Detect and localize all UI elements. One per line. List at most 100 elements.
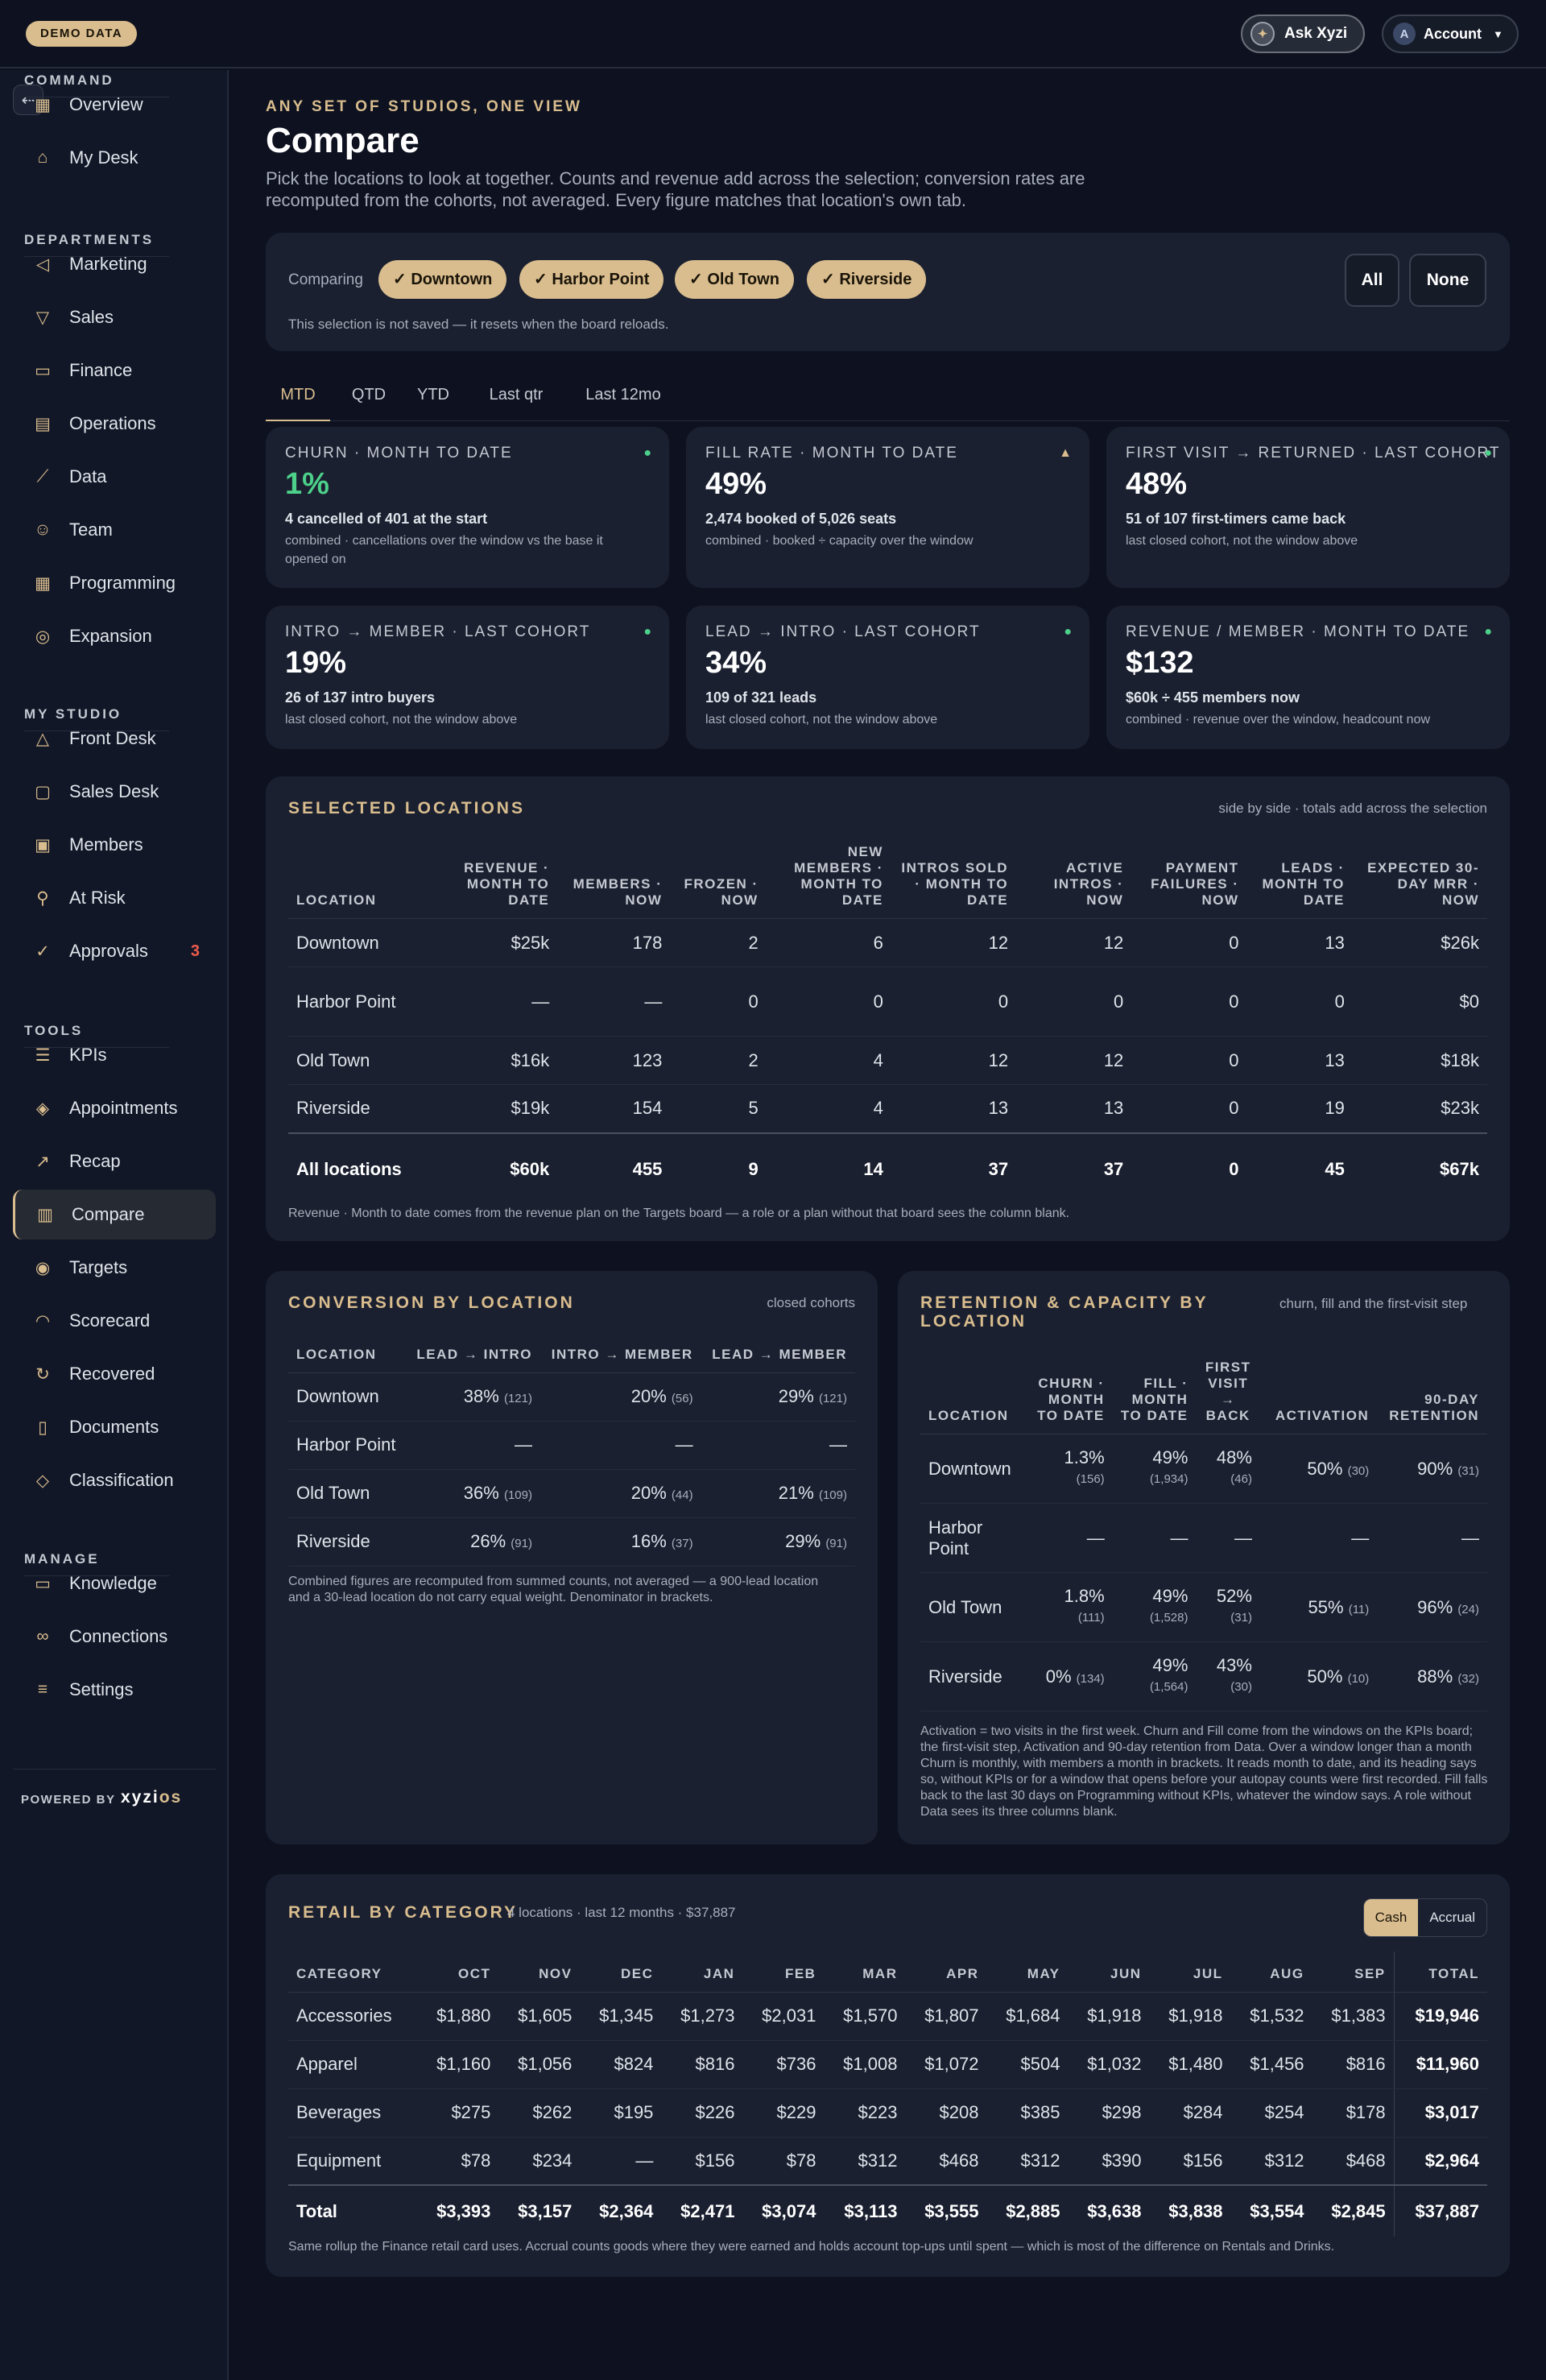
month-cell: $816 [661, 2040, 743, 2089]
rate-value: 49% [1152, 1655, 1188, 1675]
tab-last-12mo[interactable]: Last 12mo [567, 375, 680, 421]
ask-xyzi-button[interactable]: ✦ Ask Xyzi [1241, 14, 1365, 53]
kpi-label: FILL RATE · MONTH TO DATE [705, 445, 958, 462]
sidebar-item-connections[interactable]: ∞ Connections [13, 1612, 216, 1662]
location-chip-downtown[interactable]: ✓ Downtown [378, 260, 507, 299]
month-cell: $1,684 [986, 1992, 1069, 2041]
total-cell: $3,838 [1168, 2200, 1223, 2221]
rate-cell: 55% (11) [1259, 1572, 1378, 1642]
select-all-button[interactable]: All [1345, 254, 1399, 307]
refresh-icon: ↻ [35, 1364, 50, 1384]
sidebar-item-marketing[interactable]: ◁ Marketing [13, 239, 216, 289]
rate-value: — [514, 1434, 532, 1455]
table-cell: 13 [1016, 1084, 1132, 1133]
page-title: Compare [266, 121, 420, 160]
retail-subtitle: 4 locations · last 12 months · $37,887 [507, 1905, 736, 1920]
megaphone-icon: ◁ [35, 255, 50, 274]
table-cell: $16k [441, 1036, 558, 1085]
sidebar-item-members[interactable]: ▣ Members [13, 820, 216, 870]
sidebar-item-documents[interactable]: ▯ Documents [13, 1402, 216, 1452]
sidebar-item-appointments[interactable]: ◈ Appointments [13, 1083, 216, 1133]
sidebar-item-label: Operations [69, 413, 156, 433]
cash-accrual-toggle: Cash Accrual [1362, 1898, 1487, 1937]
sidebar-item-at-risk[interactable]: ⚲ At Risk [13, 873, 216, 923]
column-header: JUN [1068, 1952, 1150, 1993]
select-none-button[interactable]: None [1409, 254, 1486, 307]
sidebar-item-recap[interactable]: ↗ Recap [13, 1136, 216, 1186]
retail-note: Same rollup the Finance retail card uses… [288, 2240, 1335, 2254]
sidebar-item-knowledge[interactable]: ▭ Knowledge [13, 1558, 216, 1608]
sidebar-item-overview[interactable]: ▦ Overview [13, 80, 216, 130]
table-row: Downtown $25k 178 2 6 12 12 0 13 $26k [288, 918, 1487, 967]
comparing-label: Comparing [288, 271, 363, 288]
funnel-icon: ▽ [35, 308, 50, 327]
column-header: CHURN · MONTH TO DATE [1028, 1360, 1113, 1434]
kpi-label: REVENUE / MEMBER · MONTH TO DATE [1126, 623, 1470, 640]
rate-cell: 16% (37) [539, 1517, 701, 1567]
table-cell: $18k [1352, 1036, 1487, 1085]
sidebar-item-label: Documents [69, 1417, 159, 1437]
column-header: AUG [1230, 1952, 1312, 1993]
sidebar-item-compare[interactable]: ▥ Compare [13, 1190, 216, 1240]
total-cell: 0 [1229, 1159, 1239, 1179]
sidebar-item-expansion[interactable]: ◎ Expansion [13, 611, 216, 661]
sidebar-item-recovered[interactable]: ↻ Recovered [13, 1349, 216, 1399]
sidebar-item-approvals[interactable]: ✓ Approvals 3 [13, 926, 216, 976]
kpi-card: INTRO → MEMBER · LAST COHORT ● 19% 26 of 13… [266, 606, 669, 749]
rate-cell: 21% (109) [701, 1469, 855, 1518]
month-cell: $390 [1068, 2137, 1150, 2186]
kpi-note: combined · cancellations over the window… [285, 534, 603, 566]
sidebar-item-finance[interactable]: ▭ Finance [13, 346, 216, 395]
sidebar-item-targets[interactable]: ◉ Targets [13, 1243, 216, 1293]
rate-cell: — [1028, 1503, 1113, 1573]
location-chip-harbor-point[interactable]: ✓ Harbor Point [519, 260, 664, 299]
sidebar-item-classification[interactable]: ◇ Classification [13, 1455, 216, 1505]
location-chip-old-town[interactable]: ✓ Old Town [675, 260, 794, 299]
column-header: NOV [498, 1952, 581, 1993]
sidebar-item-label: Sales Desk [69, 781, 159, 801]
retention-card: RETENTION & CAPACITY BY LOCATION churn, … [898, 1271, 1510, 1844]
brand-suffix: os [159, 1788, 183, 1807]
sidebar-item-operations[interactable]: ▤ Operations [13, 399, 216, 449]
sidebar-item-sales-desk[interactable]: ▢ Sales Desk [13, 767, 216, 817]
rate-value: — [829, 1434, 847, 1455]
rate-value: 1.8% [1064, 1586, 1105, 1606]
sidebar-item-label: Members [69, 834, 143, 855]
kpi-note: last closed cohort, not the window above [1126, 534, 1358, 548]
cash-toggle[interactable]: Cash [1363, 1899, 1419, 1936]
sidebar-item-data[interactable]: ⟋ Data [13, 452, 216, 502]
sidebar-item-front-desk[interactable]: △ Front Desk [13, 714, 216, 764]
table-row: Equipment $78 $234— $156 $78 $312 $468 $312 $390… [288, 2137, 1487, 2186]
sidebar-item-programming[interactable]: ▦ Programming [13, 558, 216, 608]
sidebar-item-sales[interactable]: ▽ Sales [13, 292, 216, 342]
account-menu-button[interactable]: A Account ▼ [1382, 14, 1519, 53]
retention-subtitle: churn, fill and the first-visit step [1279, 1296, 1468, 1311]
sidebar-item-kpis[interactable]: ☰ KPIs [13, 1030, 216, 1080]
table-cell: $26k [1352, 918, 1487, 967]
denominator: (111) [1077, 1611, 1105, 1625]
tab-mtd[interactable]: MTD [266, 375, 330, 421]
table-cell: 2 [670, 1036, 767, 1085]
people-icon: ☺ [34, 520, 52, 539]
total-cell: $2,471 [680, 2200, 735, 2221]
sidebar-item-settings[interactable]: ≡ Settings [13, 1665, 216, 1715]
month-cell: $1,605 [498, 1992, 581, 2041]
sidebar-item-team[interactable]: ☺ Team [13, 505, 216, 555]
tab-last-qtr[interactable]: Last qtr [472, 375, 560, 421]
month-cell: $156 [1149, 2137, 1231, 2186]
sidebar-item-label: Appointments [69, 1098, 178, 1118]
tab-qtd[interactable]: QTD [337, 375, 401, 421]
rate-value: 29% [785, 1531, 821, 1551]
sidebar-item-scorecard[interactable]: ◠ Scorecard [13, 1296, 216, 1346]
brand-logo: xyzios [121, 1788, 182, 1807]
table-row: Harbor Point — — — [288, 1421, 855, 1470]
rate-cell: — [1112, 1503, 1197, 1573]
month-cell: $1,880 [417, 1992, 499, 2041]
location-chip-riverside[interactable]: ✓ Riverside [807, 260, 927, 299]
tab-ytd[interactable]: YTD [401, 375, 465, 421]
sidebar-item-my-desk[interactable]: ⌂ My Desk [13, 133, 216, 183]
accrual-toggle[interactable]: Accrual [1418, 1899, 1486, 1936]
total-cell: $60k [510, 1159, 550, 1179]
kpi-value: 34% [705, 646, 767, 680]
retention-table: LOCATION CHURN · MONTH TO DATE FILL · MONT… [920, 1360, 1487, 1712]
